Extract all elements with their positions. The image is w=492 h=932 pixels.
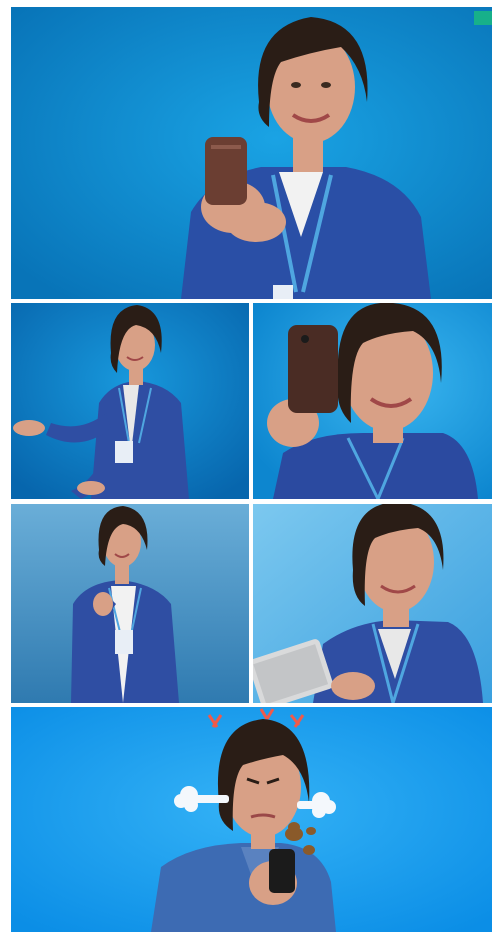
image-panel-selfie: [253, 303, 492, 499]
image-panel-holding-phone: [11, 7, 492, 299]
scene-frustrated: [11, 707, 492, 932]
scene-presenting: [11, 504, 249, 703]
scene-tablet: [253, 504, 492, 703]
image-panel-gesturing: [11, 303, 249, 499]
scene-holding-phone: [11, 7, 492, 299]
corner-badge: [474, 11, 492, 25]
image-panel-tablet: [253, 504, 492, 703]
image-panel-presenting: [11, 504, 249, 703]
scene-selfie: [253, 303, 492, 499]
scene-gesturing: [11, 303, 249, 499]
phone-icon: [269, 849, 295, 893]
image-panel-frustrated: [11, 707, 492, 932]
id-badge: [273, 285, 293, 299]
phone-icon: [288, 325, 338, 413]
